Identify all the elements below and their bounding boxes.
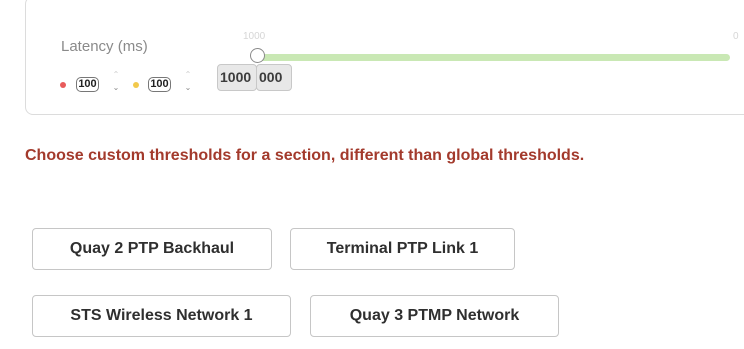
slider-min-label: 0 xyxy=(733,31,739,42)
latency-slider-thumb[interactable] xyxy=(250,48,265,63)
latency-label: Latency (ms) xyxy=(61,38,148,55)
spinner-up-icon[interactable]: ⌃ xyxy=(183,68,193,81)
section-button-quay-2-ptp-backhaul[interactable]: Quay 2 PTP Backhaul xyxy=(32,228,272,270)
red-threshold-input[interactable] xyxy=(76,77,99,92)
custom-threshold-notice: Choose custom thresholds for a section, … xyxy=(25,147,585,164)
section-button-quay-3-ptmp-network[interactable]: Quay 3 PTMP Network xyxy=(310,295,559,337)
spinner-up-icon[interactable]: ⌃ xyxy=(111,68,121,81)
spinner-down-icon[interactable]: ⌄ xyxy=(183,81,193,94)
section-button-terminal-ptp-link-1[interactable]: Terminal PTP Link 1 xyxy=(290,228,515,270)
section-button-sts-wireless-network-1[interactable]: STS Wireless Network 1 xyxy=(32,295,291,337)
slider-max-label: 1000 xyxy=(243,31,266,42)
yellow-threshold-spinner[interactable]: ⌃ ⌄ xyxy=(183,68,193,98)
yellow-threshold-dot-icon xyxy=(133,82,139,88)
red-threshold-dot-icon xyxy=(60,82,66,88)
red-threshold-spinner[interactable]: ⌃ ⌄ xyxy=(111,68,121,98)
spinner-down-icon[interactable]: ⌄ xyxy=(111,81,121,94)
slider-value-box: 1000 xyxy=(217,64,257,91)
yellow-threshold-input[interactable] xyxy=(148,77,171,92)
latency-slider-track[interactable] xyxy=(258,54,730,61)
slider-value-box: 000 xyxy=(256,64,292,91)
